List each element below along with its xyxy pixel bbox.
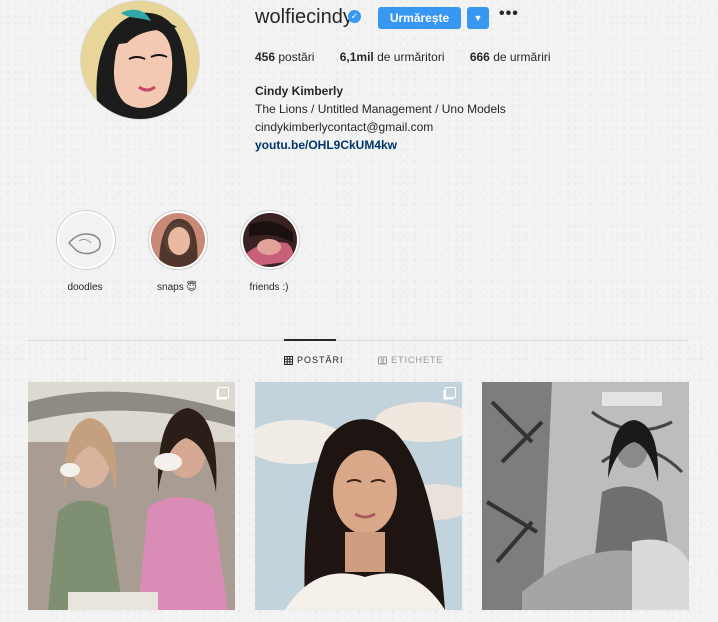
stat-followers-value: 6,1mil	[339, 50, 374, 64]
profile-username: wolfiecindy	[255, 6, 353, 28]
tab-tagged-label: ETICHETE	[391, 355, 444, 365]
bio-website-link[interactable]: youtu.be/OHL9CkUM4kw	[255, 138, 397, 152]
highlight-cover	[148, 210, 208, 270]
grid-icon	[284, 355, 293, 365]
stat-following-label: de urmăriri	[493, 50, 551, 64]
profile-full-name: Cindy Kimberly	[255, 84, 344, 98]
tabs-divider	[28, 340, 688, 341]
highlight-doodles[interactable]: doodles	[56, 210, 116, 293]
profile-bio: Cindy Kimberly The Lions / Untitled Mana…	[255, 82, 506, 154]
highlight-label: friends :)	[249, 282, 289, 293]
bio-email: cindykimberlycontact@gmail.com	[255, 120, 434, 134]
stat-posts-value: 456	[255, 50, 276, 64]
stat-following[interactable]: 666 de urmăriri	[470, 50, 551, 64]
profile-avatar[interactable]	[80, 0, 200, 120]
suggested-accounts-button[interactable]: ▼	[467, 7, 489, 29]
highlight-cover	[240, 210, 300, 270]
follow-button[interactable]: Urmărește	[378, 7, 461, 29]
highlight-cover	[56, 210, 116, 270]
tab-posts[interactable]: POSTĂRI	[284, 355, 344, 365]
highlight-label: snaps 😇	[157, 282, 197, 293]
post-thumbnail[interactable]	[28, 382, 235, 610]
chevron-down-icon: ▼	[473, 13, 483, 23]
stat-posts: 456 postări	[255, 50, 314, 64]
post-thumbnail[interactable]	[482, 382, 689, 610]
bio-line: The Lions / Untitled Management / Uno Mo…	[255, 102, 506, 116]
post-thumbnail[interactable]	[255, 382, 462, 610]
highlight-label: doodles	[67, 282, 103, 293]
profile-stats: 456 postări 6,1mil de urmăritori 666 de …	[255, 50, 573, 64]
tagged-icon	[378, 356, 387, 364]
multiple-posts-icon	[445, 387, 456, 398]
more-options-icon[interactable]: •••	[499, 5, 519, 23]
stat-following-value: 666	[469, 50, 490, 64]
stat-followers-label: de urmăritori	[377, 50, 445, 64]
stat-posts-label: postări	[278, 50, 315, 64]
verified-badge-icon: ✓	[348, 10, 361, 23]
tab-posts-label: POSTĂRI	[297, 355, 344, 365]
highlight-friends[interactable]: friends :)	[240, 210, 300, 293]
tab-tagged[interactable]: ETICHETE	[378, 355, 444, 365]
active-tab-indicator	[284, 339, 336, 341]
stat-followers[interactable]: 6,1mil de urmăritori	[340, 50, 445, 64]
highlight-snaps[interactable]: snaps 😇	[148, 210, 208, 293]
multiple-posts-icon	[218, 387, 229, 398]
